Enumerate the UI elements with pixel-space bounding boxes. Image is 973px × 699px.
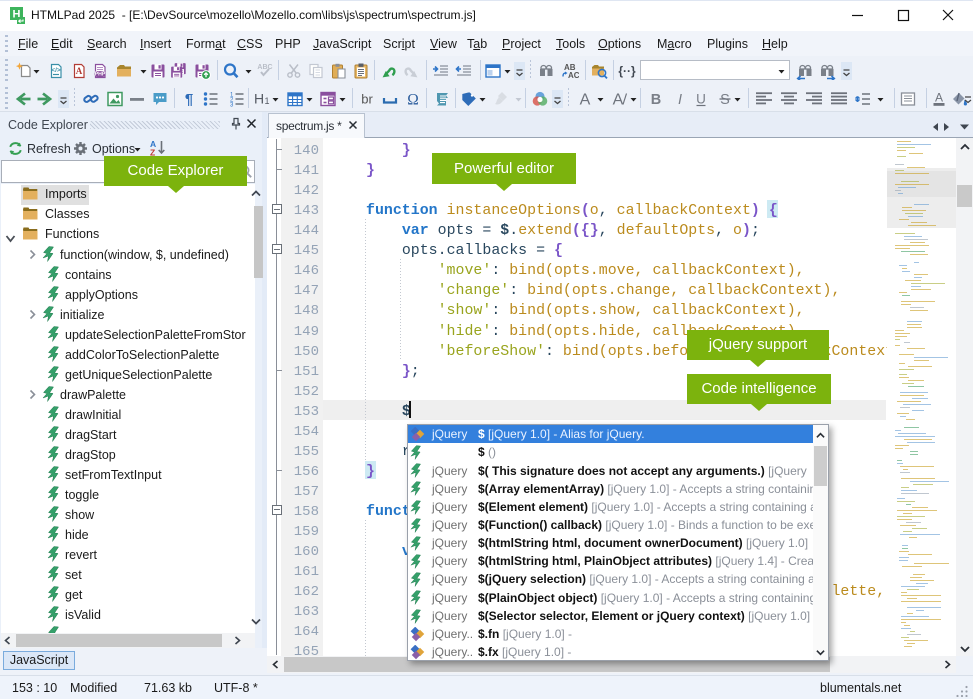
svg-text:¶: ¶ bbox=[185, 91, 193, 108]
svg-text:Ω: Ω bbox=[407, 92, 419, 109]
svg-text:A: A bbox=[613, 92, 624, 109]
svg-text:</>: </> bbox=[51, 67, 61, 74]
svg-text:AC: AC bbox=[568, 71, 579, 80]
svg-text:B: B bbox=[651, 92, 661, 108]
svg-text:H: H bbox=[254, 91, 264, 107]
svg-text:U: U bbox=[696, 92, 706, 107]
svg-text:S: S bbox=[720, 92, 730, 108]
svg-text:{··}: {··} bbox=[618, 64, 636, 78]
svg-text:A: A bbox=[76, 66, 83, 76]
svg-text:PHP: PHP bbox=[95, 72, 106, 78]
svg-text:1: 1 bbox=[265, 96, 270, 106]
svg-text:ABC: ABC bbox=[257, 64, 272, 71]
svg-text:A: A bbox=[580, 92, 591, 109]
svg-text:br: br bbox=[361, 92, 373, 107]
svg-text:A: A bbox=[935, 91, 943, 105]
svg-text:3: 3 bbox=[230, 103, 234, 109]
svg-text:I: I bbox=[678, 92, 682, 108]
